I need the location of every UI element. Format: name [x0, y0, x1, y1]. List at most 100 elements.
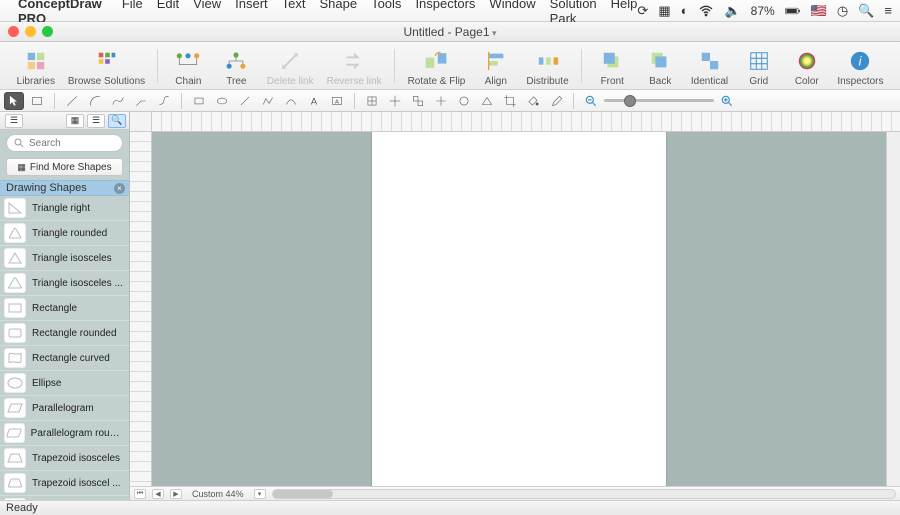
tray-icon[interactable]: ◐: [681, 3, 689, 18]
document-title[interactable]: Untitled - Page1: [0, 25, 900, 39]
ellipse-shape-button[interactable]: [212, 92, 232, 110]
drawing-canvas[interactable]: [152, 132, 886, 486]
sync-icon[interactable]: ⟳: [637, 3, 648, 19]
line-tool-button[interactable]: [62, 92, 82, 110]
status-text: Ready: [6, 502, 38, 514]
first-page-button[interactable]: ⏮: [134, 489, 146, 499]
smart-connector-tool-button[interactable]: [154, 92, 174, 110]
libraries-button[interactable]: Libraries: [17, 48, 55, 87]
tool-strip: A A: [0, 90, 900, 112]
ruler-vertical[interactable]: [130, 132, 152, 486]
shapes-panel-header[interactable]: Drawing Shapes ×: [0, 180, 129, 196]
shape-item[interactable]: Triangle isosceles: [0, 246, 129, 271]
line-shape-button[interactable]: [235, 92, 255, 110]
pointer-tool-button[interactable]: [4, 92, 24, 110]
search-input[interactable]: [6, 134, 123, 152]
prev-page-button[interactable]: ◀: [152, 489, 164, 499]
snap-to-guides-button[interactable]: [385, 92, 405, 110]
sidebar-search: [0, 130, 129, 156]
spline-tool-button[interactable]: [108, 92, 128, 110]
horizontal-scrollbar[interactable]: [272, 489, 896, 499]
find-more-shapes-label: Find More Shapes: [30, 162, 112, 173]
grid-button[interactable]: Grid: [742, 48, 776, 87]
crop-tool-button[interactable]: [500, 92, 520, 110]
shape-item[interactable]: Diamond: [0, 496, 129, 500]
menu-extras-icon[interactable]: ≡: [884, 3, 892, 18]
rect-tool-button[interactable]: [27, 92, 47, 110]
back-label: Back: [649, 76, 671, 87]
back-button[interactable]: Back: [643, 48, 677, 87]
chain-button[interactable]: Chain: [171, 48, 205, 87]
next-page-button[interactable]: ▶: [170, 489, 182, 499]
text-block-tool-button[interactable]: A: [327, 92, 347, 110]
zoom-out-button[interactable]: [581, 92, 601, 110]
color-button[interactable]: Color: [790, 48, 824, 87]
volume-icon[interactable]: 🔈: [724, 3, 740, 19]
tool-extra-1-button[interactable]: [431, 92, 451, 110]
front-label: Front: [601, 76, 624, 87]
shape-item-label: Rectangle: [32, 303, 77, 314]
brush-tool-button[interactable]: [546, 92, 566, 110]
shape-thumb-icon: [4, 323, 26, 343]
bezier-shape-button[interactable]: [281, 92, 301, 110]
shape-item[interactable]: Triangle isosceles ...: [0, 271, 129, 296]
find-more-shapes-button[interactable]: ▦ Find More Shapes: [6, 158, 123, 176]
sidebar-list-view-button[interactable]: ☰: [87, 114, 105, 128]
distribute-button[interactable]: Distribute: [527, 48, 568, 87]
browse-solutions-button[interactable]: Browse Solutions: [69, 48, 145, 87]
shape-thumb-icon: [4, 348, 26, 368]
shape-item[interactable]: Parallelogram: [0, 396, 129, 421]
shape-item[interactable]: Rectangle curved: [0, 346, 129, 371]
shape-thumb-icon: [4, 398, 26, 418]
rotate-flip-label: Rotate & Flip: [408, 76, 466, 87]
arc-tool-button[interactable]: [85, 92, 105, 110]
page[interactable]: [372, 132, 666, 486]
grid-tray-icon[interactable]: ▦: [658, 3, 670, 19]
paint-bucket-button[interactable]: [523, 92, 543, 110]
rectangle-shape-button[interactable]: [189, 92, 209, 110]
shape-item[interactable]: Rectangle: [0, 296, 129, 321]
shape-item[interactable]: Trapezoid isoscel ...: [0, 471, 129, 496]
sidebar-outline-button[interactable]: ☰: [5, 114, 23, 128]
shape-item[interactable]: Ellipse: [0, 371, 129, 396]
status-bar: Ready: [0, 500, 900, 515]
text-tool-button[interactable]: A: [304, 92, 324, 110]
align-button[interactable]: Align: [479, 48, 513, 87]
chain-icon: [175, 48, 201, 74]
tool-extra-3-button[interactable]: [477, 92, 497, 110]
delete-link-button[interactable]: Delete link: [267, 48, 313, 87]
shape-item[interactable]: Parallelogram rounded: [0, 421, 129, 446]
battery-icon[interactable]: [785, 3, 801, 19]
shape-item[interactable]: Trapezoid isosceles: [0, 446, 129, 471]
close-panel-icon[interactable]: ×: [114, 183, 125, 194]
inspectors-button[interactable]: i Inspectors: [838, 48, 883, 87]
spotlight-icon[interactable]: 🔍: [858, 3, 874, 19]
polyline-shape-button[interactable]: [258, 92, 278, 110]
vertical-scrollbar[interactable]: [886, 132, 900, 486]
shape-item[interactable]: Triangle right: [0, 196, 129, 221]
sidebar-grid-view-button[interactable]: ▦: [66, 114, 84, 128]
zoom-in-button[interactable]: [717, 92, 737, 110]
front-icon: [601, 48, 623, 74]
front-button[interactable]: Front: [595, 48, 629, 87]
tree-button[interactable]: Tree: [219, 48, 253, 87]
identical-button[interactable]: Identical: [691, 48, 728, 87]
wifi-icon[interactable]: [698, 3, 714, 19]
shape-item[interactable]: Rectangle rounded: [0, 321, 129, 346]
snap-to-grid-button[interactable]: [362, 92, 382, 110]
sidebar-search-view-button[interactable]: 🔍: [108, 114, 126, 128]
tool-extra-2-button[interactable]: [454, 92, 474, 110]
snap-to-object-button[interactable]: [408, 92, 428, 110]
zoom-readout[interactable]: Custom 44%: [188, 489, 248, 499]
clock-icon[interactable]: ◷: [837, 3, 848, 19]
tree-icon: [224, 48, 248, 74]
zoom-stepper-button[interactable]: ▾: [254, 489, 266, 499]
shape-item-label: Triangle rounded: [32, 228, 107, 239]
shape-item[interactable]: Triangle rounded: [0, 221, 129, 246]
ruler-horizontal[interactable]: [152, 112, 900, 132]
zoom-slider[interactable]: [604, 99, 714, 102]
rotate-flip-button[interactable]: Rotate & Flip: [408, 48, 465, 87]
reverse-link-button[interactable]: Reverse link: [327, 48, 381, 87]
connector-tool-button[interactable]: [131, 92, 151, 110]
flag-icon[interactable]: 🇺🇸: [811, 3, 827, 19]
